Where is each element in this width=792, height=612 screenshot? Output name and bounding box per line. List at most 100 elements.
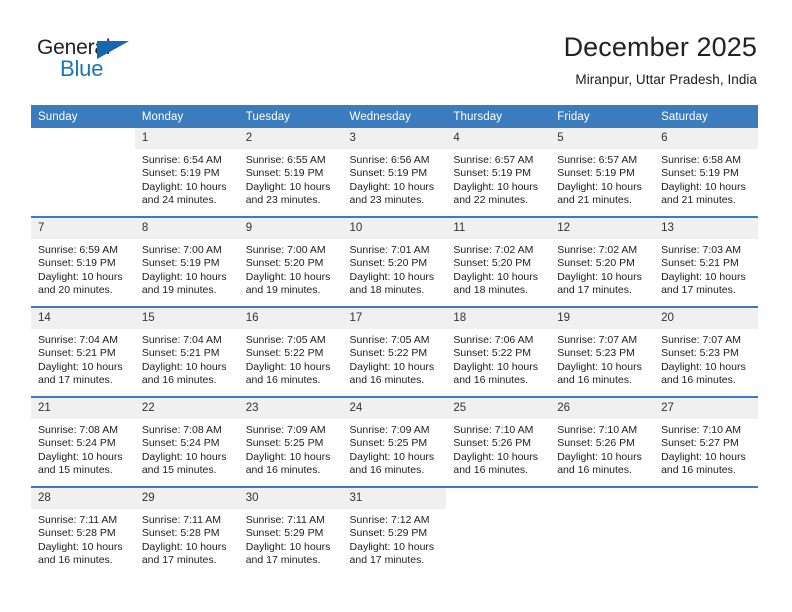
daylight-text-line1: Daylight: 10 hours <box>349 270 435 283</box>
calendar-day-cell[interactable]: 18 Sunrise: 7:06 AM Sunset: 5:22 PM Dayligh… <box>446 306 551 397</box>
calendar-day-cell[interactable]: 29 Sunrise: 7:11 AM Sunset: 5:28 PM Dayligh… <box>134 486 239 576</box>
calendar-day-cell[interactable]: 19 Sunrise: 7:07 AM Sunset: 5:23 PM Dayligh… <box>550 306 655 397</box>
calendar-cell-empty <box>550 486 655 576</box>
day-number: 1 <box>134 128 239 149</box>
calendar-week-row: 21 Sunrise: 7:08 AM Sunset: 5:24 PM Dayligh… <box>31 396 758 487</box>
calendar-day-cell[interactable]: 14 Sunrise: 7:04 AM Sunset: 5:21 PM Dayligh… <box>31 306 135 397</box>
daylight-text-line2: and 16 minutes. <box>453 463 529 476</box>
weekday-header-friday: Friday <box>550 105 655 128</box>
sunrise-text: Sunrise: 6:57 AM <box>453 154 534 166</box>
daylight-text-line2: and 18 minutes. <box>349 283 425 296</box>
calendar-day-cell[interactable]: 2 Sunrise: 6:55 AM Sunset: 5:19 PM Daylight… <box>238 128 343 217</box>
calendar-day-cell[interactable]: 1 Sunrise: 6:54 AM Sunset: 5:19 PM Daylight… <box>134 128 239 217</box>
day-details: Sunrise: 6:54 AM Sunset: 5:19 PM Daylight:… <box>135 149 239 207</box>
calendar-header-row: Sunday Monday Tuesday Wednesday Thursday… <box>31 105 758 128</box>
day-details: Sunrise: 7:10 AM Sunset: 5:26 PM Daylight:… <box>446 419 550 477</box>
calendar-day-cell[interactable]: 6 Sunrise: 6:58 AM Sunset: 5:19 PM Daylight… <box>654 128 758 217</box>
sunset-text: Sunset: 5:21 PM <box>141 347 220 360</box>
day-details: Sunrise: 7:12 AM Sunset: 5:29 PM Daylight:… <box>343 509 447 567</box>
sunrise-text: Sunrise: 6:55 AM <box>245 154 326 166</box>
calendar-day-cell[interactable]: 20 Sunrise: 7:07 AM Sunset: 5:23 PM Dayligh… <box>654 306 758 397</box>
day-number: 4 <box>446 128 551 149</box>
day-details: Sunrise: 7:10 AM Sunset: 5:26 PM Daylight:… <box>550 419 654 477</box>
day-number: 7 <box>31 218 135 239</box>
calendar-day-cell[interactable]: 13 Sunrise: 7:03 AM Sunset: 5:21 PM Dayligh… <box>654 216 758 307</box>
daylight-text-line1: Daylight: 10 hours <box>245 180 331 193</box>
daylight-text-line1: Daylight: 10 hours <box>661 450 746 463</box>
daylight-text-line1: Daylight: 10 hours <box>661 360 746 373</box>
daylight-text-line2: and 20 minutes. <box>38 283 113 296</box>
calendar-day-cell[interactable]: 15 Sunrise: 7:04 AM Sunset: 5:21 PM Dayligh… <box>134 306 239 397</box>
calendar-day-cell[interactable]: 7 Sunrise: 6:59 AM Sunset: 5:19 PM Daylight… <box>31 216 135 307</box>
calendar-day-cell[interactable]: 11 Sunrise: 7:02 AM Sunset: 5:20 PM Dayligh… <box>446 216 551 307</box>
sunset-text: Sunset: 5:19 PM <box>557 167 635 180</box>
daylight-text-line2: and 17 minutes. <box>141 553 217 566</box>
day-details: Sunrise: 7:03 AM Sunset: 5:21 PM Daylight:… <box>654 239 758 297</box>
sunset-text: Sunset: 5:19 PM <box>245 167 324 180</box>
calendar-day-cell[interactable]: 24 Sunrise: 7:09 AM Sunset: 5:25 PM Dayligh… <box>342 396 447 487</box>
day-details: Sunrise: 6:58 AM Sunset: 5:19 PM Daylight:… <box>654 149 758 207</box>
day-details: Sunrise: 7:09 AM Sunset: 5:25 PM Daylight:… <box>239 419 343 477</box>
daylight-text-line1: Daylight: 10 hours <box>453 270 539 283</box>
sunrise-text: Sunrise: 6:56 AM <box>349 154 430 166</box>
sunset-text: Sunset: 5:24 PM <box>141 437 220 450</box>
day-number <box>31 128 135 149</box>
daylight-text-line1: Daylight: 10 hours <box>141 180 227 193</box>
day-details: Sunrise: 6:55 AM Sunset: 5:19 PM Daylight:… <box>239 149 343 207</box>
daylight-text-line2: and 23 minutes. <box>245 193 321 206</box>
sunset-text: Sunset: 5:19 PM <box>141 257 220 270</box>
sunrise-text: Sunrise: 7:04 AM <box>38 334 118 346</box>
calendar-day-cell[interactable]: 22 Sunrise: 7:08 AM Sunset: 5:24 PM Dayligh… <box>134 396 239 487</box>
day-details: Sunrise: 7:09 AM Sunset: 5:25 PM Daylight:… <box>343 419 447 477</box>
day-number: 14 <box>31 308 135 329</box>
calendar-day-cell[interactable]: 30 Sunrise: 7:11 AM Sunset: 5:29 PM Dayligh… <box>238 486 343 576</box>
calendar-day-cell[interactable]: 4 Sunrise: 6:57 AM Sunset: 5:19 PM Daylight… <box>446 128 551 217</box>
weekday-header-sunday: Sunday <box>31 105 135 128</box>
sunrise-text: Sunrise: 7:06 AM <box>453 334 534 346</box>
sunset-text: Sunset: 5:28 PM <box>141 527 220 540</box>
calendar-day-cell[interactable]: 23 Sunrise: 7:09 AM Sunset: 5:25 PM Dayligh… <box>238 396 343 487</box>
sunset-text: Sunset: 5:19 PM <box>38 257 116 270</box>
daylight-text-line2: and 21 minutes. <box>557 193 632 206</box>
page-subtitle: Miranpur, Uttar Pradesh, India <box>575 72 757 88</box>
day-number: 30 <box>238 488 343 509</box>
calendar-cell-empty <box>654 486 758 576</box>
sunset-text: Sunset: 5:27 PM <box>661 437 739 450</box>
calendar-day-cell[interactable]: 27 Sunrise: 7:10 AM Sunset: 5:27 PM Dayligh… <box>654 396 758 487</box>
calendar-day-cell[interactable]: 8 Sunrise: 7:00 AM Sunset: 5:19 PM Daylight… <box>134 216 239 307</box>
daylight-text-line1: Daylight: 10 hours <box>453 360 539 373</box>
daylight-text-line1: Daylight: 10 hours <box>557 450 642 463</box>
day-number <box>550 488 655 509</box>
sunrise-text: Sunrise: 7:08 AM <box>141 424 222 436</box>
calendar-day-cell[interactable]: 17 Sunrise: 7:05 AM Sunset: 5:22 PM Dayligh… <box>342 306 447 397</box>
calendar-day-cell[interactable]: 28 Sunrise: 7:11 AM Sunset: 5:28 PM Dayligh… <box>31 486 135 576</box>
day-number: 22 <box>134 398 239 419</box>
general-blue-logo[interactable]: General Blue <box>37 36 157 84</box>
daylight-text-line1: Daylight: 10 hours <box>557 360 642 373</box>
sunrise-text: Sunrise: 7:05 AM <box>245 334 326 346</box>
sunrise-text: Sunrise: 7:09 AM <box>245 424 326 436</box>
calendar-day-cell[interactable]: 16 Sunrise: 7:05 AM Sunset: 5:22 PM Dayligh… <box>238 306 343 397</box>
sunset-text: Sunset: 5:28 PM <box>38 527 116 540</box>
calendar-day-cell[interactable]: 10 Sunrise: 7:01 AM Sunset: 5:20 PM Dayligh… <box>342 216 447 307</box>
calendar-day-cell[interactable]: 9 Sunrise: 7:00 AM Sunset: 5:20 PM Daylight… <box>238 216 343 307</box>
sunrise-text: Sunrise: 7:02 AM <box>453 244 534 256</box>
day-number: 10 <box>342 218 447 239</box>
sunrise-text: Sunrise: 7:00 AM <box>245 244 326 256</box>
sunrise-text: Sunrise: 7:01 AM <box>349 244 430 256</box>
daylight-text-line2: and 17 minutes. <box>245 553 321 566</box>
day-number: 28 <box>31 488 135 509</box>
daylight-text-line1: Daylight: 10 hours <box>141 360 227 373</box>
daylight-text-line1: Daylight: 10 hours <box>245 270 331 283</box>
sunrise-text: Sunrise: 7:07 AM <box>661 334 742 346</box>
calendar-day-cell[interactable]: 31 Sunrise: 7:12 AM Sunset: 5:29 PM Dayligh… <box>342 486 447 576</box>
calendar-day-cell[interactable]: 25 Sunrise: 7:10 AM Sunset: 5:26 PM Dayligh… <box>446 396 551 487</box>
calendar-day-cell[interactable]: 21 Sunrise: 7:08 AM Sunset: 5:24 PM Dayligh… <box>31 396 135 487</box>
calendar-day-cell[interactable]: 3 Sunrise: 6:56 AM Sunset: 5:19 PM Daylight… <box>342 128 447 217</box>
calendar-day-cell[interactable]: 5 Sunrise: 6:57 AM Sunset: 5:19 PM Daylight… <box>550 128 655 217</box>
daylight-text-line1: Daylight: 10 hours <box>141 270 227 283</box>
sunset-text: Sunset: 5:26 PM <box>557 437 635 450</box>
calendar-day-cell[interactable]: 12 Sunrise: 7:02 AM Sunset: 5:20 PM Dayligh… <box>550 216 655 307</box>
calendar-day-cell[interactable]: 26 Sunrise: 7:10 AM Sunset: 5:26 PM Dayligh… <box>550 396 655 487</box>
sunrise-text: Sunrise: 7:12 AM <box>349 514 430 526</box>
